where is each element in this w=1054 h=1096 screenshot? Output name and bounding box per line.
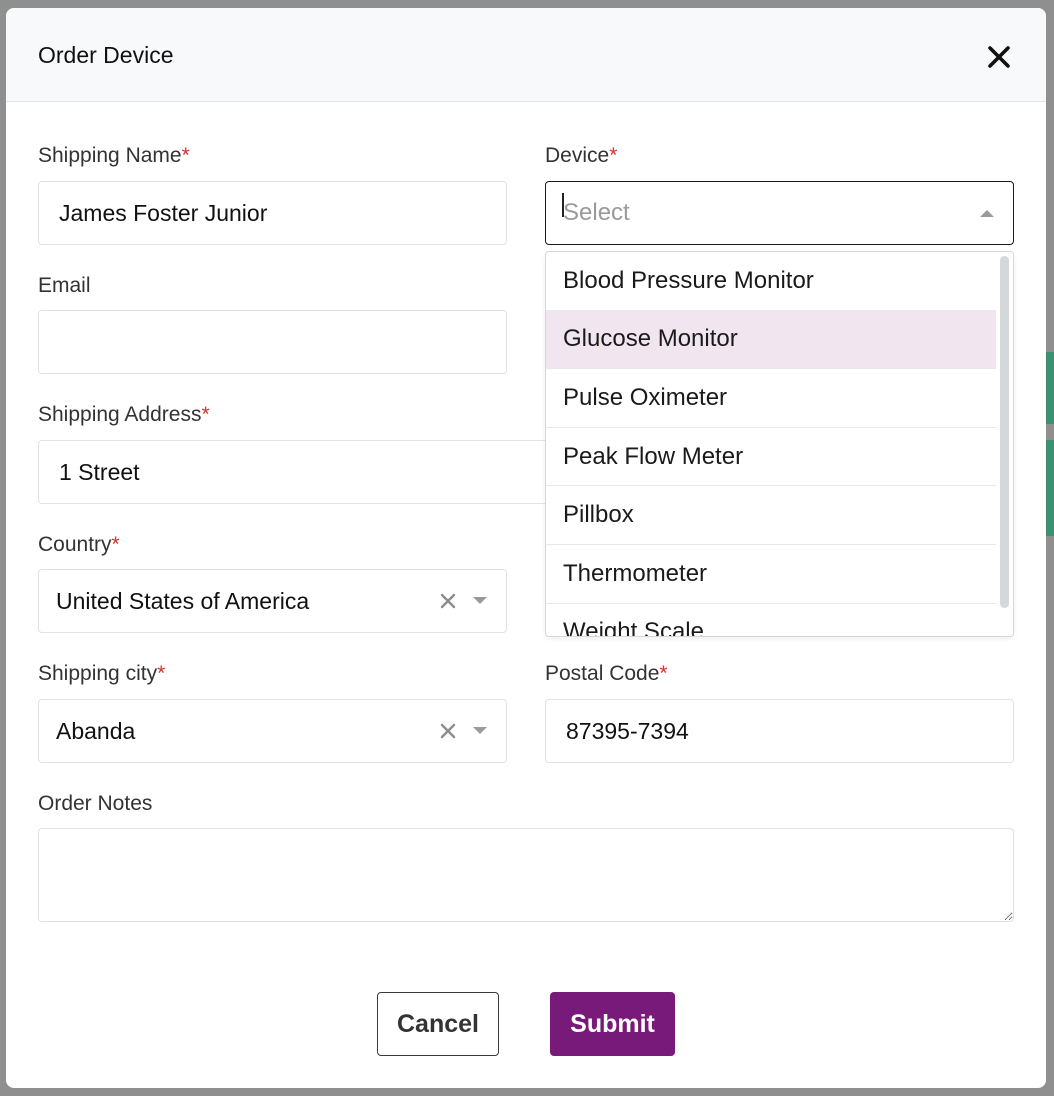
country-label: Country* xyxy=(38,533,120,557)
email-label: Email xyxy=(38,274,91,298)
country-value: United States of America xyxy=(56,587,310,614)
order-notes-label-text: Order Notes xyxy=(38,792,153,815)
device-label-text: Device xyxy=(545,144,610,167)
caret-down-icon[interactable] xyxy=(472,596,488,606)
device-option[interactable]: Blood Pressure Monitor xyxy=(546,252,997,311)
shipping-city-label-text: Shipping city xyxy=(38,662,158,685)
clear-icon[interactable] xyxy=(440,593,456,609)
modal-header: Order Device xyxy=(6,8,1046,102)
required-mark: * xyxy=(609,144,618,167)
country-select[interactable]: United States of America xyxy=(38,569,507,633)
shipping-name-label-text: Shipping Name xyxy=(38,144,182,167)
close-icon xyxy=(988,46,1010,68)
required-mark: * xyxy=(201,403,210,426)
device-option[interactable]: Pillbox xyxy=(546,486,997,545)
close-button[interactable] xyxy=(986,44,1012,70)
device-option[interactable]: Weight Scale xyxy=(546,604,997,636)
device-select[interactable]: Select xyxy=(545,181,1014,245)
shipping-address-label: Shipping Address* xyxy=(38,403,210,427)
email-input[interactable] xyxy=(38,310,507,374)
city-select-controls xyxy=(440,700,488,762)
background-panel xyxy=(1046,352,1054,424)
device-option[interactable]: Peak Flow Meter xyxy=(546,428,997,487)
device-select-controls xyxy=(979,182,995,244)
device-label: Device* xyxy=(545,144,617,168)
postal-code-label: Postal Code* xyxy=(545,662,668,686)
country-label-text: Country xyxy=(38,533,112,556)
shipping-name-value: James Foster Junior xyxy=(59,199,268,226)
order-notes-textarea[interactable] xyxy=(38,828,1014,922)
postal-code-input[interactable]: 87395-7394 xyxy=(545,699,1014,763)
background-panel xyxy=(1046,440,1054,536)
device-dropdown-menu: Blood Pressure Monitor Glucose Monitor Pul… xyxy=(545,251,1014,637)
device-placeholder: Select xyxy=(563,199,630,226)
required-mark: * xyxy=(181,144,190,167)
device-option[interactable]: Glucose Monitor xyxy=(546,310,997,370)
postal-code-label-text: Postal Code xyxy=(545,662,660,685)
scrollbar-thumb[interactable] xyxy=(1000,256,1009,608)
shipping-name-label: Shipping Name* xyxy=(38,144,190,168)
order-notes-label: Order Notes xyxy=(38,792,152,816)
text-cursor xyxy=(562,193,564,217)
device-option[interactable]: Thermometer xyxy=(546,545,997,604)
required-mark: * xyxy=(111,533,120,556)
dropdown-scrollbar[interactable] xyxy=(996,252,1013,636)
device-option[interactable]: Pulse Oximeter xyxy=(546,369,997,428)
email-label-text: Email xyxy=(38,274,91,297)
submit-button[interactable]: Submit xyxy=(550,992,675,1056)
shipping-address-label-text: Shipping Address xyxy=(38,403,202,426)
postal-code-value: 87395-7394 xyxy=(566,717,689,744)
cancel-button[interactable]: Cancel xyxy=(377,992,499,1056)
caret-up-icon[interactable] xyxy=(979,208,995,218)
caret-down-icon[interactable] xyxy=(472,726,488,736)
shipping-city-select[interactable]: Abanda xyxy=(38,699,507,763)
shipping-city-value: Abanda xyxy=(56,717,136,744)
order-device-modal: Order Device Shipping Name* James Foster… xyxy=(6,8,1046,1088)
clear-icon[interactable] xyxy=(440,723,456,739)
country-select-controls xyxy=(440,570,488,632)
required-mark: * xyxy=(157,662,166,685)
shipping-address-value: 1 Street xyxy=(59,458,140,485)
device-options-list: Blood Pressure Monitor Glucose Monitor Pul… xyxy=(546,252,1013,636)
shipping-name-input[interactable]: James Foster Junior xyxy=(38,181,507,245)
required-mark: * xyxy=(659,662,668,685)
shipping-city-label: Shipping city* xyxy=(38,662,165,686)
modal-title: Order Device xyxy=(38,42,174,68)
